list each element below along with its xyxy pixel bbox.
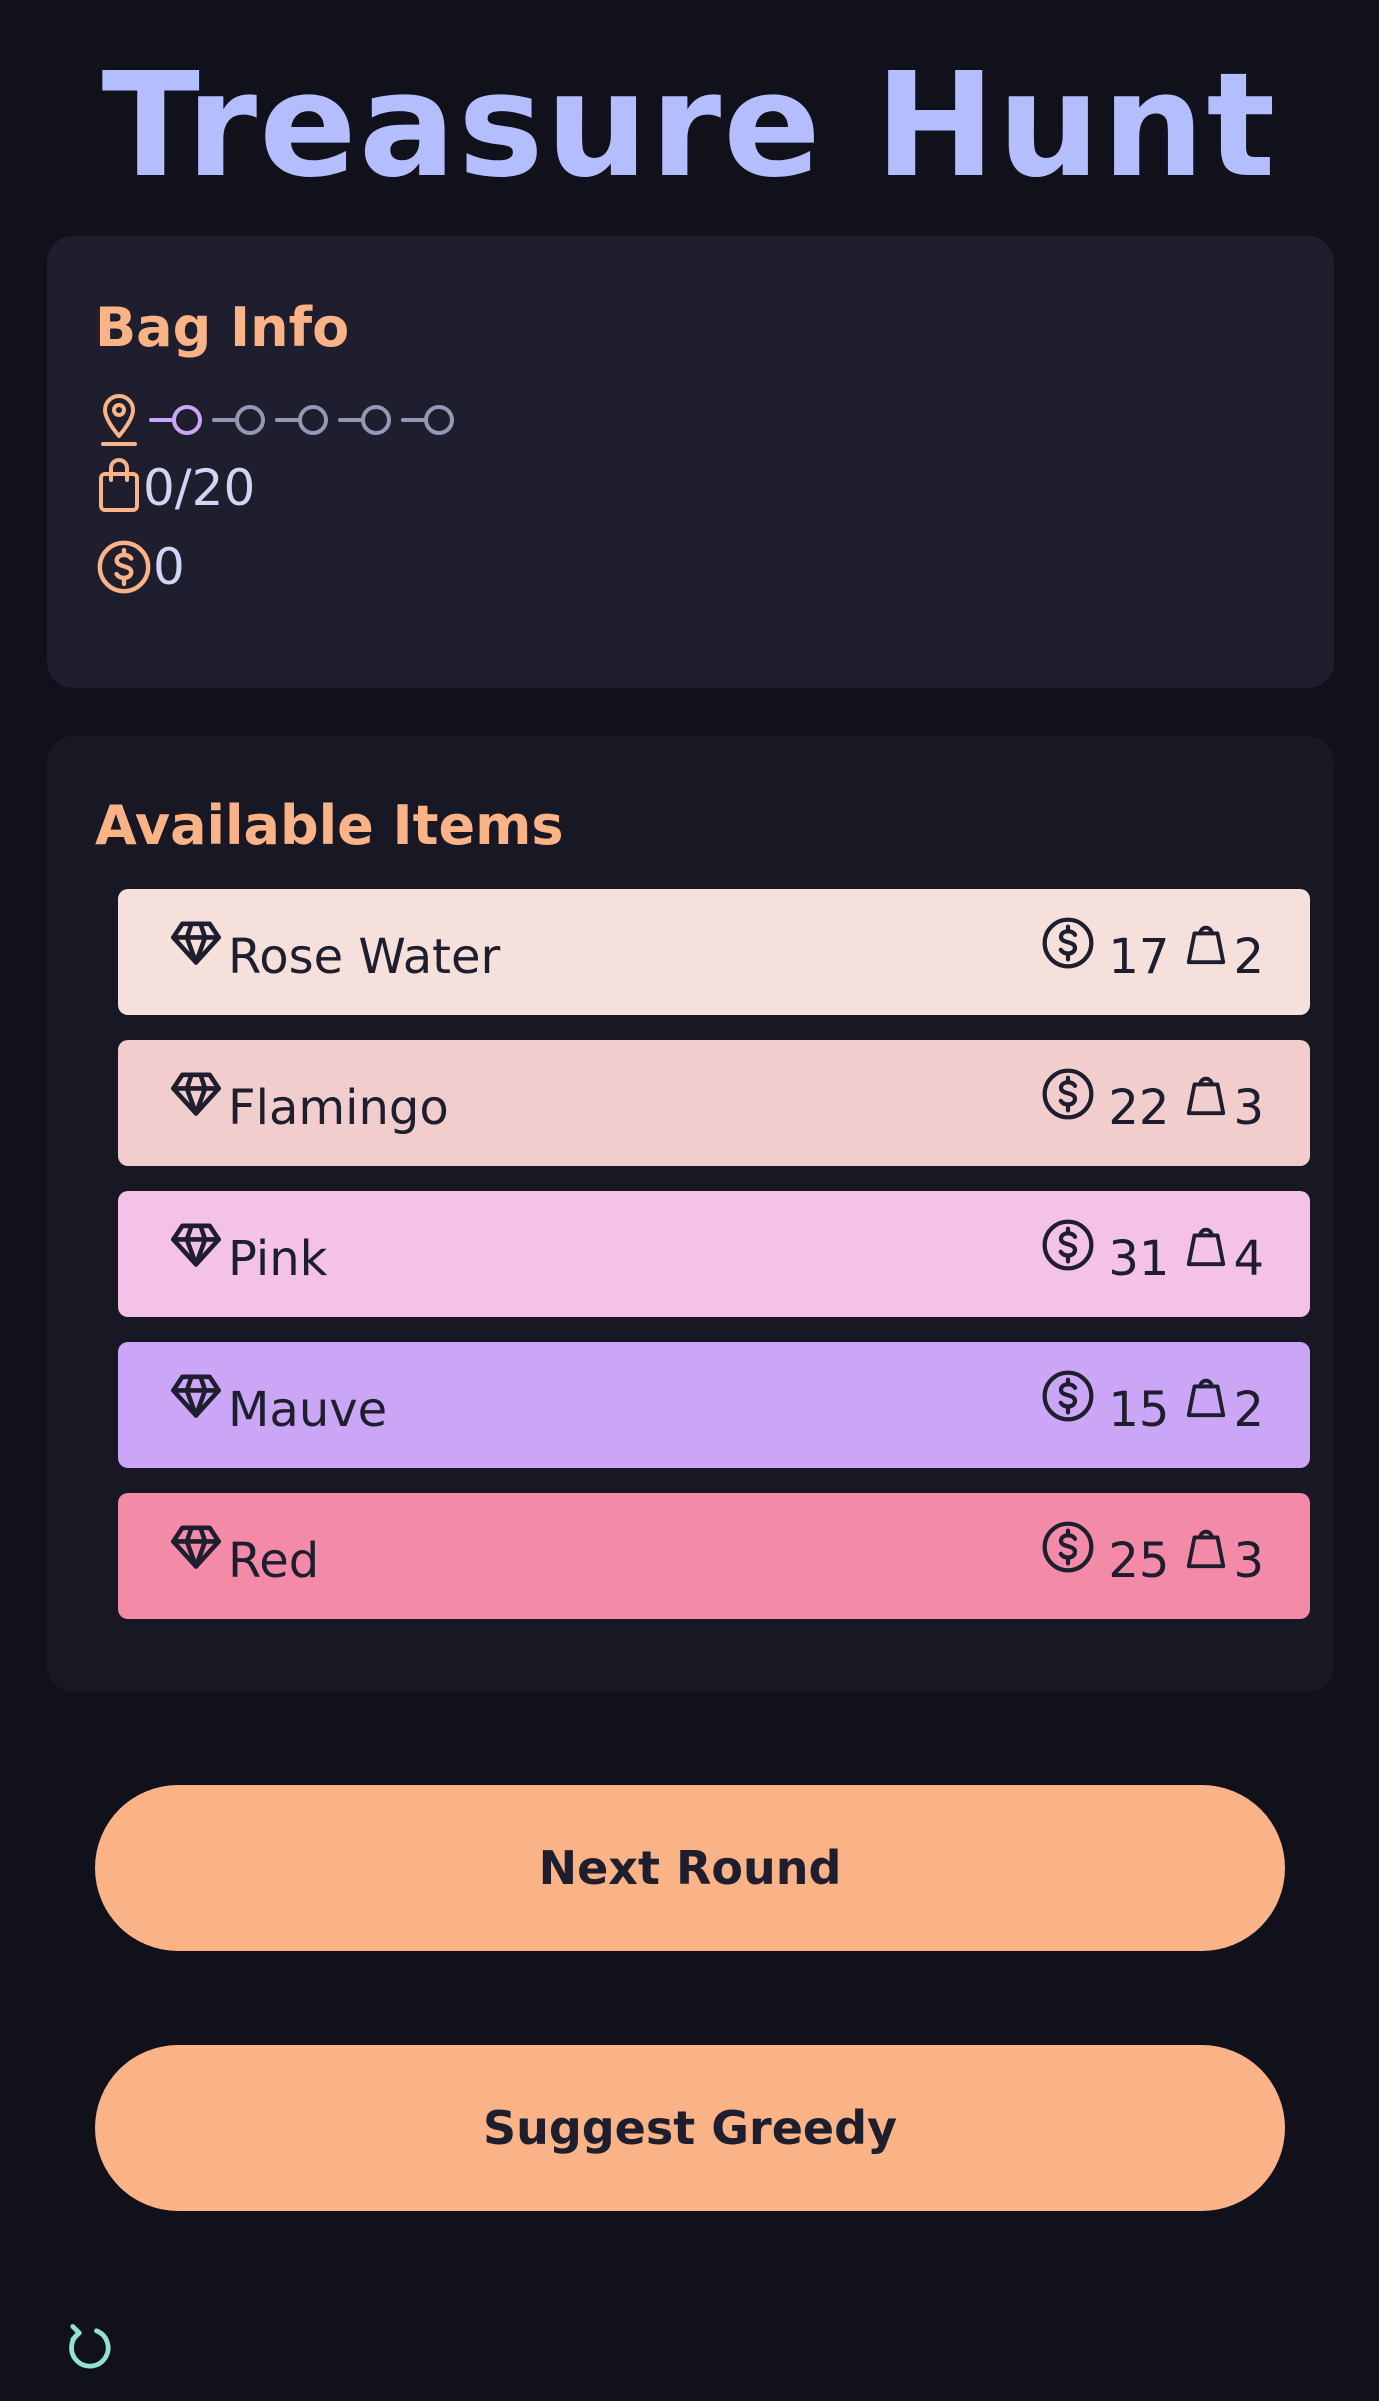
available-items-heading: Available Items — [95, 794, 564, 857]
available-items-card: Available Items Rose Water 17 2 Flamingo 22 3… — [47, 736, 1334, 1692]
item-name: Rose Water — [228, 929, 501, 985]
weight-icon — [1183, 1370, 1229, 1426]
shopping-bag-icon — [95, 458, 143, 518]
map-pin-icon — [95, 392, 143, 448]
item-row[interactable]: Flamingo 22 3 — [118, 1040, 1310, 1166]
bag-money: 0 — [95, 538, 185, 596]
item-weight: 2 — [1233, 929, 1264, 985]
item-name: Mauve — [228, 1382, 388, 1438]
item-stats: 25 3 — [1040, 1519, 1264, 1589]
game-title: Treasure Hunt — [101, 41, 1278, 209]
progress-step — [401, 405, 454, 435]
item-stats: 15 2 — [1040, 1368, 1264, 1438]
item-row[interactable]: Mauve 15 2 — [118, 1342, 1310, 1468]
item-value: 31 — [1108, 1231, 1170, 1287]
item-stats: 31 4 — [1040, 1217, 1264, 1287]
round-progress — [95, 392, 473, 448]
weight-icon — [1183, 1521, 1229, 1577]
item-weight: 3 — [1233, 1080, 1264, 1136]
item-value: 22 — [1108, 1080, 1170, 1136]
bag-info-heading: Bag Info — [95, 296, 350, 359]
weight-icon — [1183, 1219, 1229, 1275]
refresh-icon[interactable] — [64, 2320, 116, 2380]
dollar-coin-icon — [1040, 915, 1096, 975]
dollar-coin-icon — [1040, 1519, 1096, 1579]
next-round-button[interactable]: Next Round — [95, 1785, 1285, 1951]
item-value: 15 — [1108, 1382, 1170, 1438]
diamond-icon — [168, 1068, 224, 1122]
diamond-icon — [168, 1219, 224, 1273]
item-row[interactable]: Red 25 3 — [118, 1493, 1310, 1619]
item-name: Red — [228, 1533, 320, 1589]
dollar-coin-icon — [1040, 1217, 1096, 1277]
item-stats: 17 2 — [1040, 915, 1264, 985]
diamond-icon — [168, 1521, 224, 1575]
diamond-icon — [168, 1370, 224, 1424]
bag-weight-value: 0/20 — [143, 459, 256, 517]
item-stats: 22 3 — [1040, 1066, 1264, 1136]
item-weight: 2 — [1233, 1382, 1264, 1438]
progress-step — [275, 405, 328, 435]
progress-step — [149, 405, 202, 435]
item-row[interactable]: Rose Water 17 2 — [118, 889, 1310, 1015]
progress-track — [149, 405, 454, 435]
item-name: Flamingo — [228, 1080, 449, 1136]
dollar-coin-icon — [1040, 1066, 1096, 1126]
weight-icon — [1183, 1068, 1229, 1124]
progress-step — [212, 405, 265, 435]
suggest-greedy-button[interactable]: Suggest Greedy — [95, 2045, 1285, 2211]
progress-step — [338, 405, 391, 435]
bag-info-card: Bag Info 0/20 0 — [47, 236, 1334, 688]
diamond-icon — [168, 917, 224, 971]
bag-weight: 0/20 — [95, 458, 255, 518]
item-value: 17 — [1108, 929, 1170, 985]
item-weight: 4 — [1233, 1231, 1264, 1287]
bag-money-value: 0 — [153, 538, 185, 596]
item-value: 25 — [1108, 1533, 1170, 1589]
weight-icon — [1183, 917, 1229, 973]
dollar-coin-icon — [95, 538, 153, 596]
item-row[interactable]: Pink 31 4 — [118, 1191, 1310, 1317]
item-weight: 3 — [1233, 1533, 1264, 1589]
dollar-coin-icon — [1040, 1368, 1096, 1428]
item-name: Pink — [228, 1231, 328, 1287]
